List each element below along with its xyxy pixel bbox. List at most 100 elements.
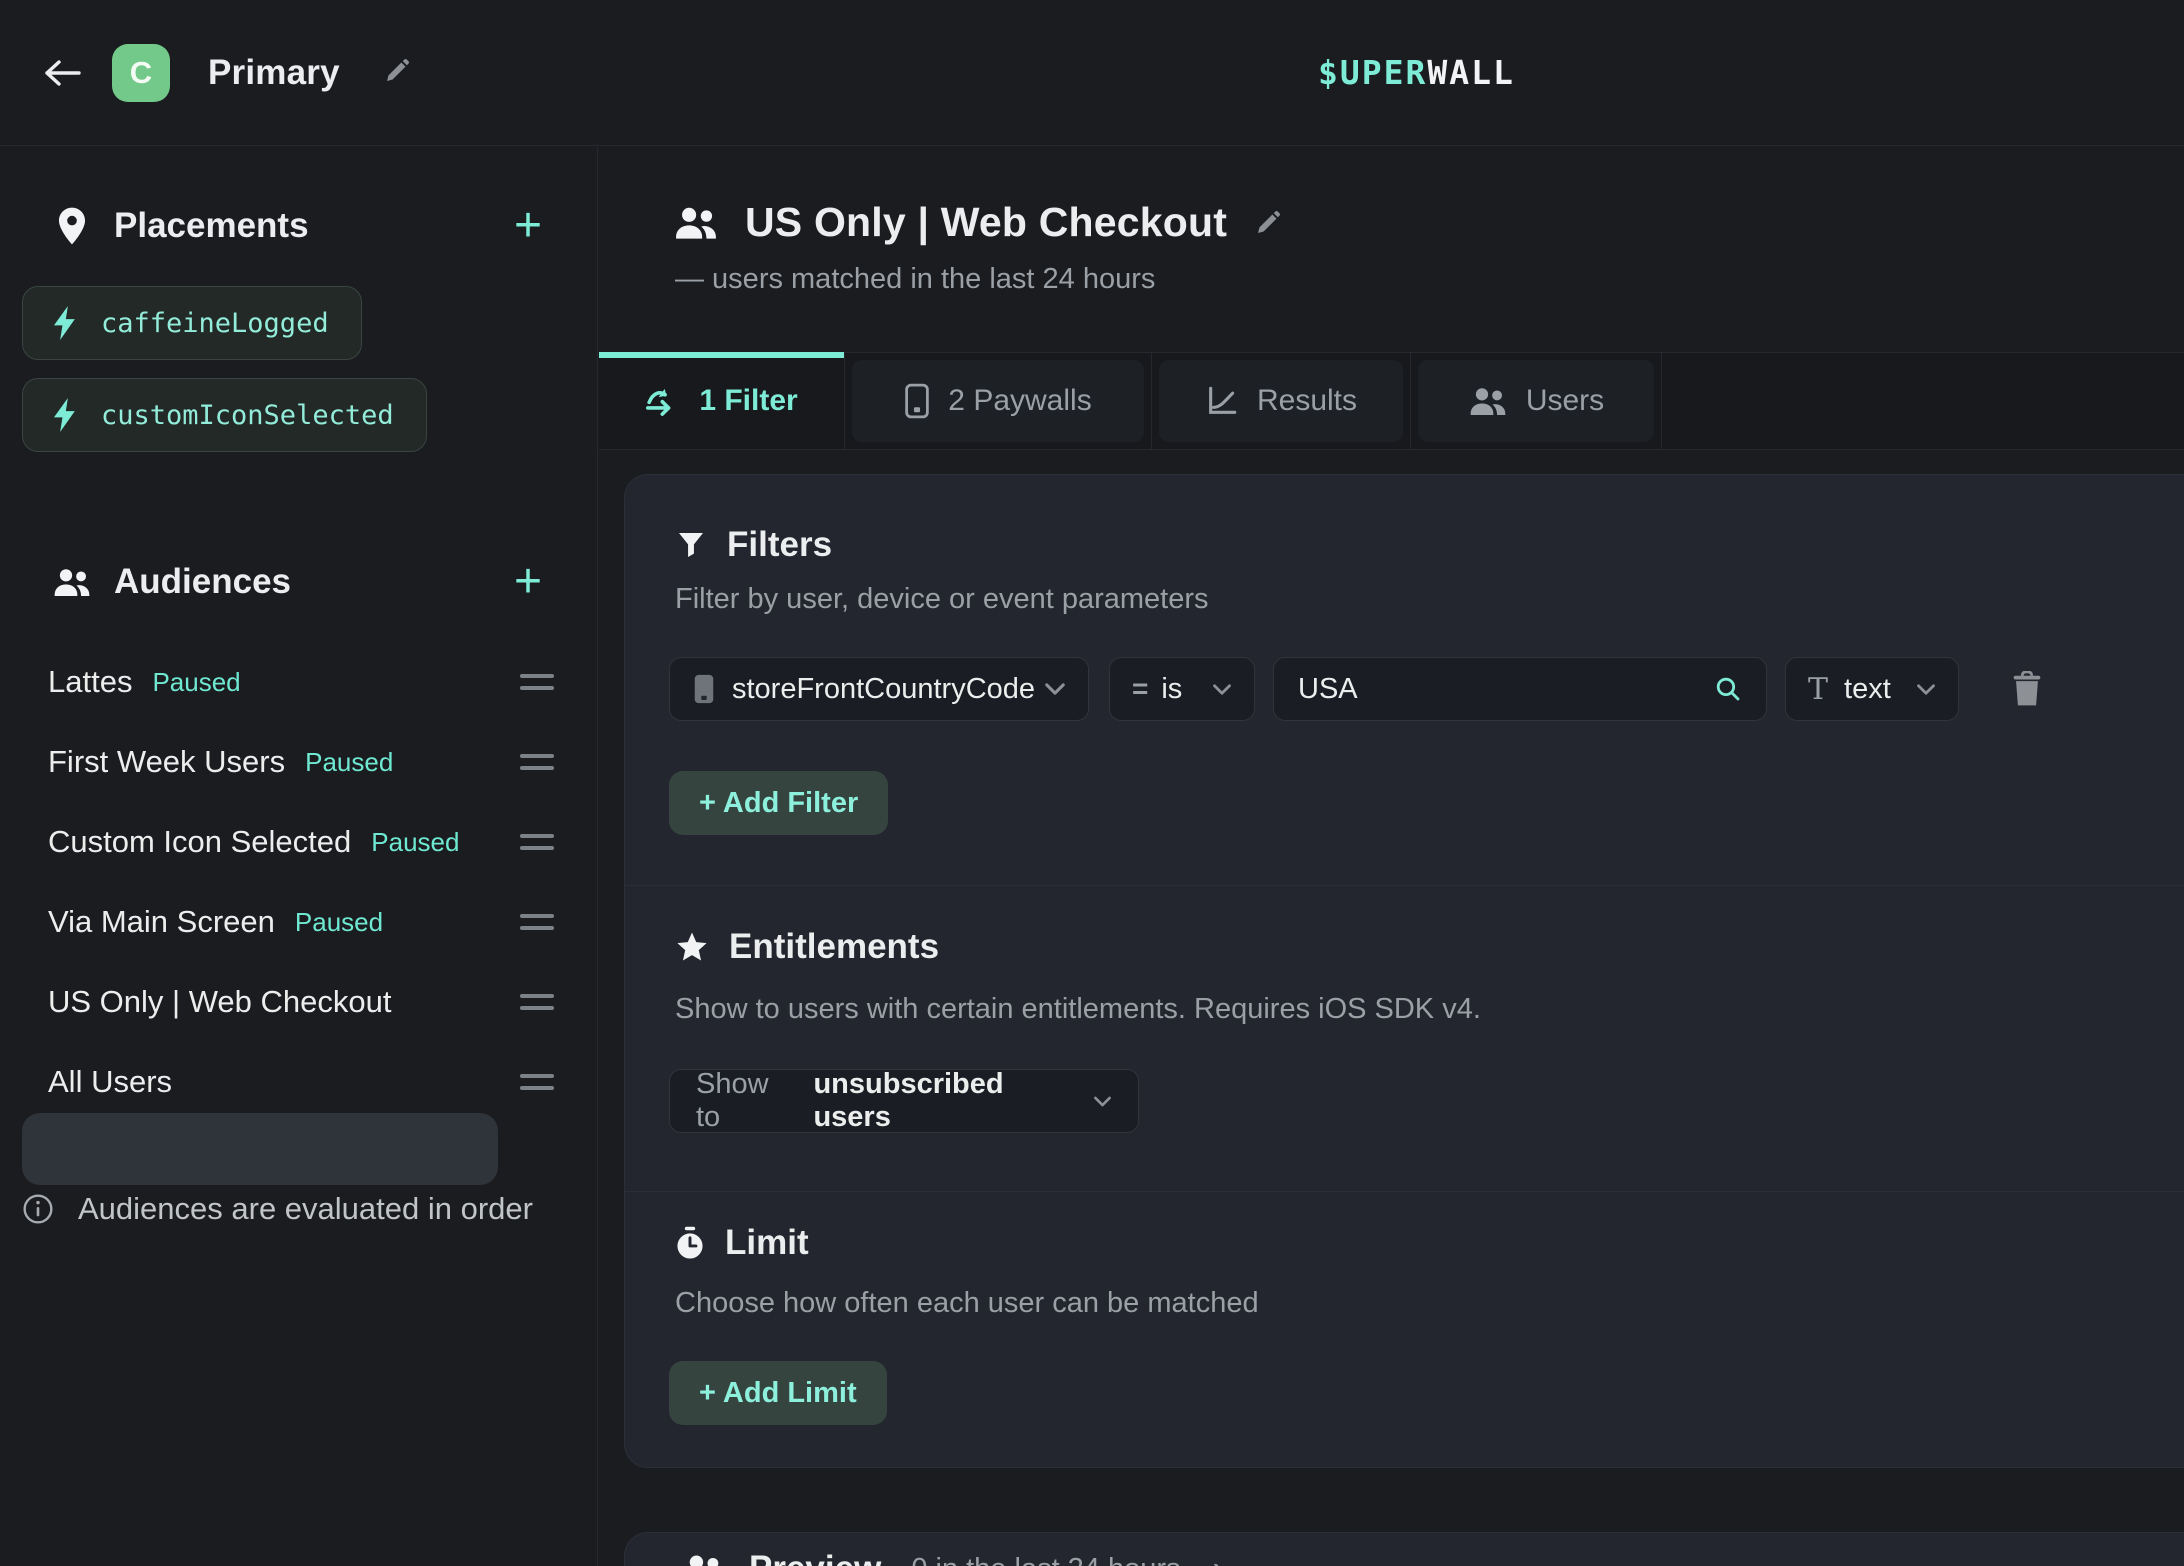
smartphone-icon	[692, 673, 716, 705]
audience-item[interactable]: Custom Icon Selected Paused	[0, 803, 598, 881]
drag-handle[interactable]	[520, 914, 554, 930]
star-icon	[675, 930, 709, 964]
drag-handle[interactable]	[520, 834, 554, 850]
drag-handle[interactable]	[520, 994, 554, 1010]
add-audience-button[interactable]: +	[500, 554, 556, 610]
audiences-header: Audiences +	[0, 550, 598, 614]
add-filter-button[interactable]: + Add Filter	[669, 771, 888, 835]
tab-label: Results	[1257, 384, 1357, 418]
avatar-letter: C	[130, 55, 152, 91]
audience-label: First Week Users	[48, 744, 285, 780]
stopwatch-icon	[675, 1226, 705, 1260]
section-divider	[625, 1191, 2184, 1192]
back-button[interactable]	[40, 50, 86, 96]
delete-filter-button[interactable]	[2011, 671, 2043, 707]
filters-title: Filters	[727, 525, 832, 565]
people-icon	[681, 1552, 725, 1566]
tab-label: 1 Filter	[699, 384, 797, 418]
selected-audience-highlight	[22, 1113, 498, 1185]
audience-settings-card: Filters Filter by user, device or event …	[624, 474, 2184, 1468]
preview-meta: 0 in the last 24 hours	[911, 1553, 1180, 1566]
audience-item[interactable]: Via Main Screen Paused	[0, 883, 598, 961]
filter-flow-icon	[645, 385, 681, 417]
project-title: Primary	[208, 53, 340, 93]
paused-badge: Paused	[152, 667, 240, 698]
placements-title: Placements	[114, 206, 309, 246]
preview-card: Preview 0 in the last 24 hours ›	[624, 1532, 2184, 1566]
superwall-logo: $UPERWALL	[1318, 53, 1515, 92]
filter-operator-select[interactable]: = is	[1109, 657, 1255, 721]
edit-audience-name-icon[interactable]	[1253, 208, 1283, 238]
audience-label: Custom Icon Selected	[48, 824, 351, 860]
people-icon	[673, 204, 719, 241]
audience-page-title: US Only | Web Checkout	[745, 199, 1227, 246]
audience-item[interactable]: First Week Users Paused	[0, 723, 598, 801]
chevron-down-icon	[1093, 1095, 1112, 1108]
paused-badge: Paused	[371, 827, 459, 858]
show-to-label: Show to	[696, 1068, 795, 1134]
tab-filter[interactable]: 1 Filter	[599, 353, 845, 449]
filter-value-field	[1273, 657, 1767, 721]
audience-item[interactable]: All Users	[0, 1043, 598, 1121]
project-avatar[interactable]: C	[112, 44, 170, 102]
edit-project-name-icon[interactable]	[382, 56, 412, 86]
placement-chip[interactable]: caffeineLogged	[22, 286, 362, 360]
add-placement-button[interactable]: +	[500, 198, 556, 254]
drag-handle[interactable]	[520, 1074, 554, 1090]
people-icon	[52, 565, 92, 599]
show-to-select[interactable]: Show to unsubscribed users	[669, 1069, 1139, 1133]
audience-item-selected[interactable]: US Only | Web Checkout	[0, 963, 598, 1041]
search-icon[interactable]	[1714, 674, 1742, 704]
limit-subtitle: Choose how often each user can be matche…	[675, 1287, 1259, 1320]
preview-title: Preview	[749, 1549, 881, 1566]
chevron-down-icon	[1212, 683, 1232, 696]
parameter-value: storeFrontCountryCode	[732, 673, 1035, 706]
paused-badge: Paused	[295, 907, 383, 938]
preview-toggle[interactable]: Preview 0 in the last 24 hours ›	[681, 1549, 1224, 1566]
placement-chip[interactable]: customIconSelected	[22, 378, 427, 452]
tab-users[interactable]: Users	[1411, 353, 1662, 449]
tab-bar: 1 Filter 2 Paywalls	[599, 352, 2184, 450]
audience-item[interactable]: Lattes Paused	[0, 643, 598, 721]
placement-chip-label: customIconSelected	[101, 400, 394, 431]
lightning-icon	[51, 398, 77, 432]
location-pin-icon	[52, 206, 92, 246]
people-icon	[1468, 385, 1508, 417]
add-limit-button[interactable]: + Add Limit	[669, 1361, 887, 1425]
audience-label: Lattes	[48, 664, 132, 700]
arrow-left-icon	[43, 57, 83, 89]
trash-icon	[2011, 671, 2043, 707]
entitlements-subtitle: Show to users with certain entitlements.…	[675, 993, 1481, 1026]
lightning-icon	[51, 306, 77, 340]
audience-label: All Users	[48, 1064, 172, 1100]
matched-users-subtitle: — users matched in the last 24 hours	[675, 263, 1155, 296]
tab-label: 2 Paywalls	[948, 384, 1091, 418]
text-type-icon: T	[1808, 672, 1828, 707]
note-text: Audiences are evaluated in order	[78, 1191, 533, 1227]
smartphone-icon	[904, 383, 930, 419]
tab-paywalls[interactable]: 2 Paywalls	[845, 353, 1152, 449]
operator-value: is	[1161, 673, 1182, 706]
placement-chip-label: caffeineLogged	[101, 308, 329, 339]
entitlements-title: Entitlements	[729, 927, 939, 967]
type-value: text	[1844, 673, 1891, 706]
top-bar: C Primary $UPERWALL	[0, 0, 2184, 146]
main-content: US Only | Web Checkout — users matched i…	[599, 147, 2184, 1566]
filter-parameter-select[interactable]: storeFrontCountryCode	[669, 657, 1089, 721]
tab-label: Users	[1526, 384, 1604, 418]
info-icon	[22, 1193, 54, 1225]
drag-handle[interactable]	[520, 674, 554, 690]
audience-label: US Only | Web Checkout	[48, 984, 391, 1020]
audience-label: Via Main Screen	[48, 904, 275, 940]
filter-value-input[interactable]	[1298, 658, 1714, 720]
limit-title: Limit	[725, 1223, 809, 1263]
drag-handle[interactable]	[520, 754, 554, 770]
logo-rest: WALL	[1427, 53, 1514, 92]
placements-header: Placements +	[0, 194, 598, 258]
audiences-order-note: Audiences are evaluated in order	[0, 1191, 598, 1227]
paused-badge: Paused	[305, 747, 393, 778]
chart-icon	[1205, 384, 1239, 418]
show-to-value: unsubscribed users	[813, 1068, 1075, 1134]
tab-results[interactable]: Results	[1152, 353, 1411, 449]
filter-type-select[interactable]: T text	[1785, 657, 1959, 721]
